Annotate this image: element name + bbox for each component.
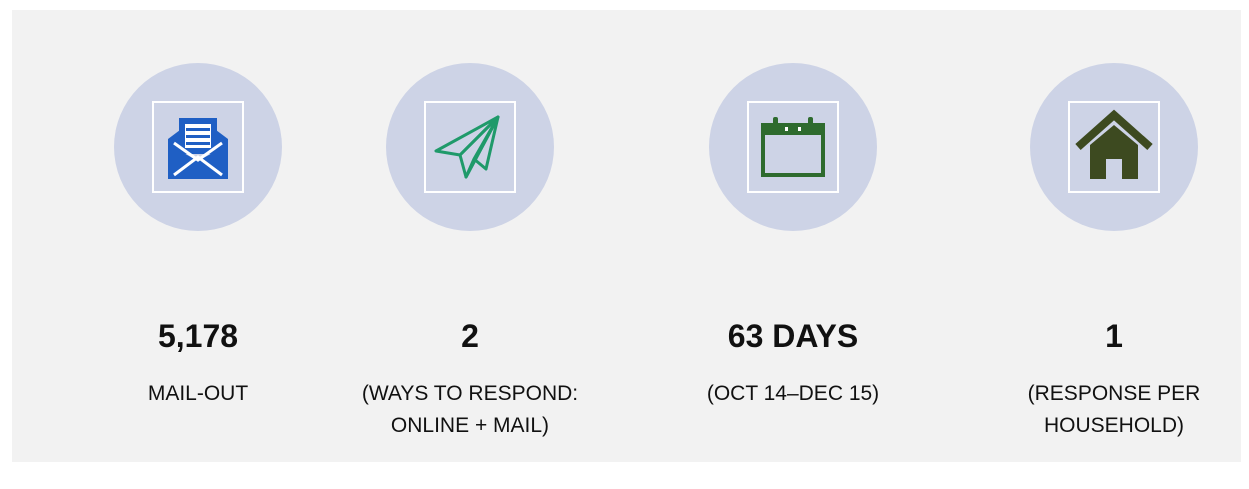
- icon-frame: [424, 101, 516, 193]
- house-icon: [1075, 109, 1153, 179]
- stat-response-per-household: 1 (RESPONSE PER HOUSEHOLD): [964, 10, 1249, 462]
- stat-label: MAIL-OUT: [147, 382, 249, 405]
- icon-circle: [386, 63, 554, 231]
- stats-panel: 5,178 MAIL-OUT 2 (WAYS TO RESPOND: ONLIN…: [12, 10, 1241, 462]
- stat-ways-to-respond: 2 (WAYS TO RESPOND: ONLINE + MAIL): [320, 10, 620, 462]
- icon-circle: [114, 63, 282, 231]
- icon-circle: [1030, 63, 1198, 231]
- icon-circle: [709, 63, 877, 231]
- stat-label: (WAYS TO RESPOND: ONLINE + MAIL): [361, 382, 579, 437]
- stat-value: 63 DAYS: [727, 318, 859, 354]
- calendar-icon: [761, 117, 825, 177]
- stat-days: 63 DAYS (OCT 14–DEC 15): [643, 10, 943, 462]
- envelope-icon: [168, 118, 228, 179]
- stat-mail-out: 5,178 MAIL-OUT: [48, 10, 348, 462]
- stat-label: (RESPONSE PER HOUSEHOLD): [1027, 382, 1201, 437]
- icon-frame: [747, 101, 839, 193]
- icon-frame: [152, 101, 244, 193]
- stat-value: 1: [1105, 318, 1123, 354]
- stat-label: (OCT 14–DEC 15): [706, 382, 880, 405]
- paper-plane-icon: [434, 115, 500, 179]
- icon-frame: [1068, 101, 1160, 193]
- stat-value: 5,178: [157, 318, 239, 354]
- stat-value: 2: [461, 318, 479, 354]
